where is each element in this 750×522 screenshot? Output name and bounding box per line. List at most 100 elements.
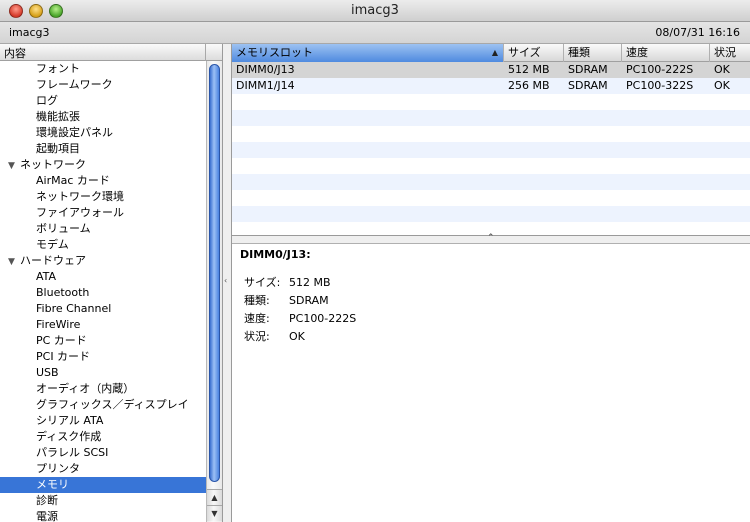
sidebar-item-label: ハードウェア <box>20 254 86 267</box>
sidebar-item[interactable]: フレームワーク <box>0 77 206 93</box>
table-row <box>232 206 750 222</box>
sidebar-item-label: 診断 <box>36 494 58 507</box>
sidebar-item-label: AirMac カード <box>36 174 110 187</box>
sidebar-item-label: オーディオ（内蔵） <box>36 382 135 395</box>
table-row <box>232 174 750 190</box>
scroll-up-button[interactable]: ▲ <box>207 489 222 505</box>
table-cell: 512 MB <box>508 63 550 76</box>
column-header-label: サイズ <box>508 46 541 59</box>
detail-field-key: 状況: <box>244 330 270 343</box>
table-cell: DIMM1/J14 <box>236 79 295 92</box>
column-header-status[interactable]: 状況 <box>710 44 750 62</box>
sidebar-item[interactable]: Bluetooth <box>0 285 206 301</box>
sidebar-header[interactable]: 内容 <box>0 44 222 61</box>
column-header-type[interactable]: 種類 <box>564 44 622 62</box>
column-header-label: 種類 <box>568 46 590 59</box>
sidebar-item-label: ネットワーク環境 <box>36 190 124 203</box>
column-header-label: 速度 <box>626 46 648 59</box>
table-cell: SDRAM <box>568 63 608 76</box>
table-row <box>232 158 750 174</box>
sidebar-item[interactable]: 電源 <box>0 509 206 522</box>
sidebar-item-label: PC カード <box>36 334 87 347</box>
sidebar-item-label: 機能拡張 <box>36 110 80 123</box>
table-cell: OK <box>714 63 730 76</box>
table-body: DIMM0/J13 512 MB SDRAM PC100-222S OK DIMM1/J1… <box>232 62 750 235</box>
sidebar-scrollbar[interactable]: ▲ ▼ <box>206 61 222 522</box>
sidebar-item[interactable]: プリンタ <box>0 461 206 477</box>
table-row <box>232 110 750 126</box>
sidebar-item[interactable]: Fibre Channel <box>0 301 206 317</box>
disclosure-triangle-icon[interactable]: ▼ <box>8 254 20 270</box>
sidebar-item-label: ファイアウォール <box>36 206 124 219</box>
vertical-splitter[interactable]: ‹ <box>223 44 232 522</box>
sidebar-item[interactable]: AirMac カード <box>0 173 206 189</box>
sidebar-item-label: 環境設定パネル <box>36 126 113 139</box>
sidebar-item[interactable]: 診断 <box>0 493 206 509</box>
table-row[interactable]: DIMM0/J13 512 MB SDRAM PC100-222S OK <box>232 62 750 78</box>
table-cell: PC100-322S <box>626 79 694 92</box>
sidebar-item-label: フレームワーク <box>36 78 113 91</box>
sidebar-item[interactable]: ▼ ネットワーク <box>0 157 206 173</box>
sidebar-item-label: フォント <box>36 62 80 75</box>
sidebar-item[interactable]: ▼ ハードウェア <box>0 253 206 269</box>
sidebar-item-label: ディスク作成 <box>36 430 102 443</box>
sidebar-item-label: グラフィックス／ディスプレイ <box>36 398 189 411</box>
detail-field-value: SDRAM <box>289 294 329 307</box>
sidebar-item-label: ATA <box>36 270 57 283</box>
sidebar-item[interactable]: PCI カード <box>0 349 206 365</box>
scrollbar-thumb[interactable] <box>209 64 220 482</box>
disclosure-triangle-icon[interactable]: ▼ <box>8 158 20 174</box>
table-row <box>232 142 750 158</box>
detail-field-value: OK <box>289 330 305 343</box>
detail-field-value: 512 MB <box>289 276 331 289</box>
sidebar-item[interactable]: 起動項目 <box>0 141 206 157</box>
sidebar-item[interactable]: メモリ <box>0 477 206 493</box>
horizontal-splitter[interactable]: ⌃ <box>232 233 750 244</box>
sidebar-item[interactable]: パラレル SCSI <box>0 445 206 461</box>
sidebar-item-label: 起動項目 <box>36 142 80 155</box>
sidebar-item[interactable]: ネットワーク環境 <box>0 189 206 205</box>
sidebar-item-label: USB <box>36 366 59 379</box>
sidebar-item[interactable]: フォント <box>0 61 206 77</box>
sidebar-item-label: PCI カード <box>36 350 91 363</box>
sidebar-item[interactable]: ボリューム <box>0 221 206 237</box>
memory-table: メモリスロット ▲ サイズ 種類 速度 状況 DIMM0/J13 512 MB SD… <box>232 44 750 235</box>
sidebar-item[interactable]: ディスク作成 <box>0 429 206 445</box>
detail-field-key: サイズ: <box>244 276 281 289</box>
column-header-label: 状況 <box>714 46 736 59</box>
table-row <box>232 190 750 206</box>
sidebar-item[interactable]: 機能拡張 <box>0 109 206 125</box>
sidebar-item-label: ログ <box>36 94 58 107</box>
detail-pane: DIMM0/J13: サイズ: 512 MB 種類: SDRAM 速度: PC100-22… <box>232 244 750 522</box>
sidebar-item[interactable]: 環境設定パネル <box>0 125 206 141</box>
window-title: imacg3 <box>351 3 399 18</box>
sidebar-item[interactable]: モデム <box>0 237 206 253</box>
column-header-speed[interactable]: 速度 <box>622 44 710 62</box>
scroll-down-button[interactable]: ▼ <box>207 505 222 521</box>
title-bar: imacg3 <box>0 0 750 22</box>
sidebar-item[interactable]: PC カード <box>0 333 206 349</box>
column-header-slot[interactable]: メモリスロット ▲ <box>232 44 504 62</box>
detail-field-key: 種類: <box>244 294 270 307</box>
sidebar-item[interactable]: USB <box>0 365 206 381</box>
table-row[interactable]: DIMM1/J14 256 MB SDRAM PC100-322S OK <box>232 78 750 94</box>
sidebar-item[interactable]: ログ <box>0 93 206 109</box>
sidebar-item[interactable]: グラフィックス／ディスプレイ <box>0 397 206 413</box>
sidebar-item-label: ボリューム <box>36 222 91 235</box>
sidebar-item[interactable]: オーディオ（内蔵） <box>0 381 206 397</box>
info-bar: imacg3 08/07/31 16:16 <box>0 22 750 44</box>
table-cell: 256 MB <box>508 79 550 92</box>
column-header-size[interactable]: サイズ <box>504 44 564 62</box>
sidebar-item[interactable]: シリアル ATA <box>0 413 206 429</box>
splitter-grip-icon: ⌃ <box>487 233 495 243</box>
detail-title: DIMM0/J13: <box>240 248 311 261</box>
sidebar-item[interactable]: FireWire <box>0 317 206 333</box>
table-row <box>232 126 750 142</box>
sidebar-item-label: メモリ <box>36 478 69 491</box>
detail-field-value: PC100-222S <box>289 312 357 325</box>
sidebar-item[interactable]: ATA <box>0 269 206 285</box>
report-date: 08/07/31 16:16 <box>655 26 740 39</box>
sort-ascending-icon: ▲ <box>491 48 498 57</box>
sidebar-item[interactable]: ファイアウォール <box>0 205 206 221</box>
contents-tree: フォントフレームワーク ログ機能拡張環境設定パネル 起動項目 ▼ ネットワーク AirMa… <box>0 61 206 522</box>
